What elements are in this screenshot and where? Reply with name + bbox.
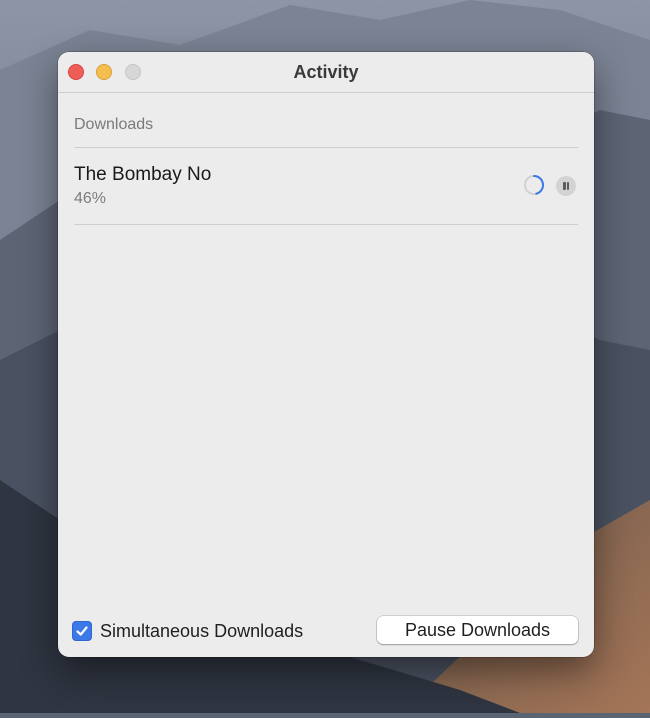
title-bar[interactable]: Activity [58, 52, 594, 93]
simultaneous-downloads-label[interactable]: Simultaneous Downloads [100, 621, 303, 642]
activity-window: Activity Downloads The Bombay No 46% Sim… [58, 52, 594, 657]
pause-downloads-button[interactable]: Pause Downloads [377, 616, 578, 644]
checkmark-icon [76, 626, 88, 636]
download-item-progress: 46% [74, 190, 107, 207]
simultaneous-downloads-checkbox[interactable] [72, 621, 92, 641]
section-divider [74, 147, 578, 148]
spinner-icon [524, 175, 544, 195]
window-title: Activity [293, 62, 359, 82]
downloads-section-label: Downloads [74, 116, 154, 133]
download-item-name: The Bombay No [74, 164, 212, 185]
item-divider [74, 224, 578, 225]
pause-icon[interactable] [556, 176, 576, 196]
